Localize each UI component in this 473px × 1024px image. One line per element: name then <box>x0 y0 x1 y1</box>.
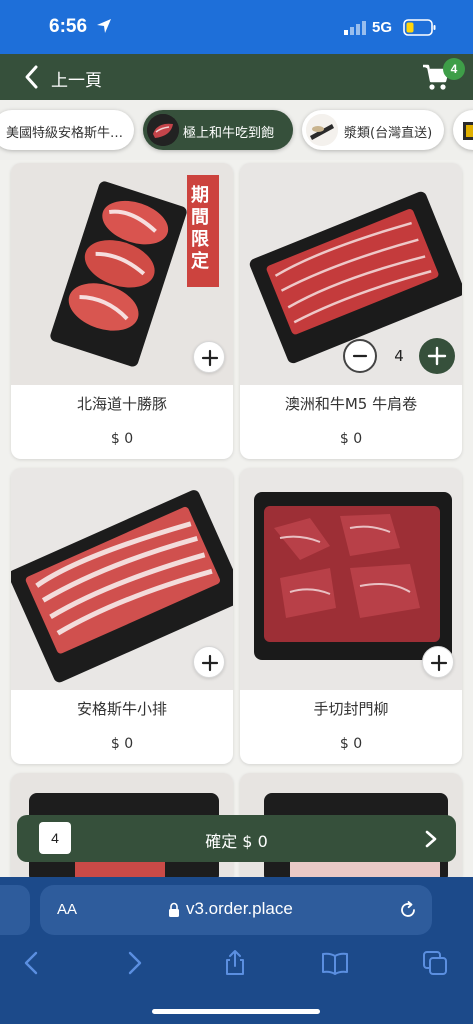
product-name: 安格斯牛小排 <box>76 700 167 718</box>
tabs-icon[interactable] <box>421 949 449 977</box>
chevron-right-icon <box>425 830 437 848</box>
browser-toolbar: AA v3.order.place <box>0 877 473 1024</box>
add-button[interactable] <box>422 646 454 678</box>
browser-forward-icon[interactable] <box>120 949 148 977</box>
tab-label: 極上和牛吃到飽 <box>183 126 275 141</box>
product-price: $ 0 <box>339 736 363 752</box>
tab-label: 漿類(台灣直送) <box>344 126 433 141</box>
limited-time-badge: 期間限定 <box>191 185 209 272</box>
battery-icon <box>403 19 436 36</box>
lock-icon <box>169 902 179 917</box>
product-card[interactable]: 手切封門柳 $ 0 <box>240 468 462 764</box>
plus-icon <box>430 654 448 672</box>
signal-icon <box>344 21 366 35</box>
tab-more[interactable] <box>453 110 473 150</box>
network-type: 5G <box>372 19 393 36</box>
add-button[interactable] <box>193 341 225 373</box>
tab-label: 美國特級安格斯牛… <box>6 126 124 141</box>
product-card[interactable]: 安格斯牛小排 $ 0 <box>11 468 233 764</box>
tab-thumbnail <box>147 114 179 146</box>
back-button[interactable]: 上一頁 <box>51 66 102 91</box>
plus-icon <box>201 654 219 672</box>
tab-thumbnail <box>306 114 338 146</box>
product-name: 澳洲和牛M5 牛肩卷 <box>284 395 418 413</box>
plus-icon <box>201 349 219 367</box>
back-chevron-icon[interactable] <box>22 64 42 90</box>
add-button[interactable] <box>193 646 225 678</box>
tab-sauce[interactable]: 漿類(台灣直送) <box>302 110 444 150</box>
quantity-value: 4 <box>394 347 404 365</box>
home-indicator <box>152 1009 320 1014</box>
product-name: 手切封門柳 <box>313 700 389 718</box>
tab-wagyu-buffet[interactable]: 極上和牛吃到飽 <box>143 110 293 150</box>
app-header: 上一頁 4 <box>0 54 473 100</box>
plus-icon <box>427 346 447 366</box>
cart-count-badge: 4 <box>443 58 465 80</box>
product-name: 北海道十勝豚 <box>76 395 167 413</box>
confirm-order-button[interactable]: 4 確定 $ 0 <box>17 815 456 862</box>
product-card[interactable]: 期間限定 北海道十勝豚 $ 0 <box>11 163 233 459</box>
bookmarks-icon[interactable] <box>321 949 349 977</box>
increase-quantity-button[interactable] <box>419 338 455 374</box>
status-bar: 6:56 5G <box>0 0 473 54</box>
category-tabs: 美國特級安格斯牛… 極上和牛吃到飽 漿類(台灣直送) <box>0 100 473 160</box>
tab-thumbnail <box>457 114 473 146</box>
reload-icon[interactable] <box>398 900 418 920</box>
decrease-quantity-button[interactable] <box>343 339 377 373</box>
share-icon[interactable] <box>221 949 249 977</box>
url-text[interactable]: v3.order.place <box>186 899 293 919</box>
product-card[interactable]: 4 澳洲和牛M5 牛肩卷 $ 0 <box>240 163 462 459</box>
minus-icon <box>352 354 368 358</box>
previous-tab-pill[interactable] <box>0 885 30 935</box>
product-price: $ 0 <box>339 431 363 447</box>
text-size-button[interactable]: AA <box>57 901 77 918</box>
location-arrow-icon <box>97 19 111 33</box>
confirm-label: 確定 $ 0 <box>205 832 268 851</box>
tab-angus-beef[interactable]: 美國特級安格斯牛… <box>0 110 134 150</box>
browser-back-icon[interactable] <box>18 949 46 977</box>
product-price: $ 0 <box>110 736 134 752</box>
product-price: $ 0 <box>110 431 134 447</box>
status-time: 6:56 <box>49 16 88 37</box>
address-bar[interactable]: AA v3.order.place <box>40 885 432 935</box>
